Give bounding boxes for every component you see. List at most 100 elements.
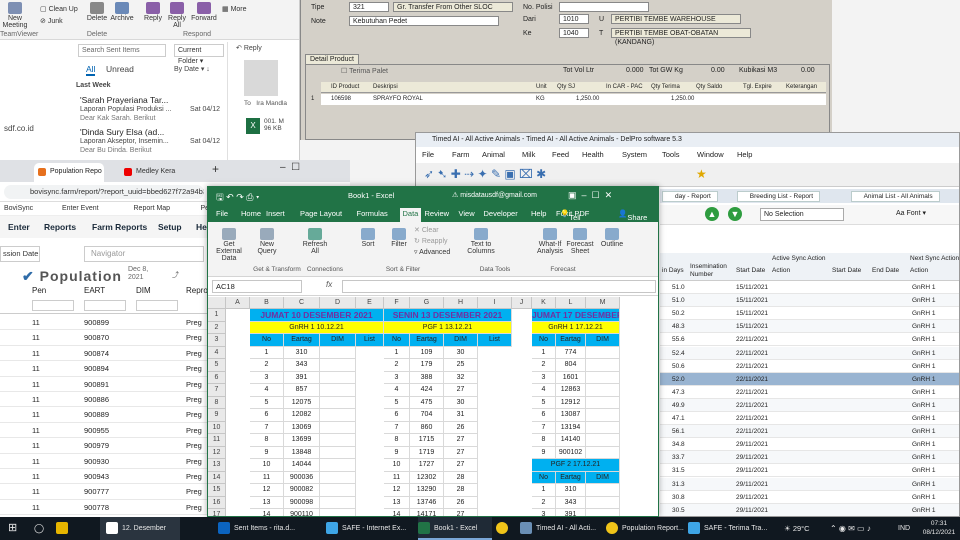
cell[interactable]: 11 [384, 471, 410, 484]
cell[interactable]: 14 [250, 509, 284, 516]
cell[interactable]: DIM [586, 471, 620, 484]
table-row[interactable]: 11 900889 Preg [0, 407, 210, 423]
table-row[interactable]: 52.4 22/11/2021 GnRH 1 [660, 346, 959, 360]
clock[interactable]: 07:31 08/12/2021 [920, 517, 958, 540]
cell[interactable] [586, 396, 620, 409]
cell[interactable]: 310 [284, 346, 320, 359]
row-header[interactable]: 3 [208, 334, 226, 347]
cell[interactable]: 13087 [556, 409, 586, 422]
nav-item[interactable]: Farm Reports [92, 222, 147, 232]
url-input[interactable]: bovisync.farm/report/?report_uuid=bbed62… [4, 185, 204, 199]
share-button[interactable]: 👤 Share [618, 209, 647, 222]
cell[interactable]: 4 [532, 384, 556, 397]
cell[interactable]: 25 [444, 359, 478, 372]
cell[interactable]: 2 [532, 496, 556, 509]
cell[interactable] [320, 421, 356, 434]
cell[interactable]: PGF 2 17.12.21 [532, 459, 620, 472]
cell[interactable]: Eartag [284, 334, 320, 347]
row-header[interactable]: 7 [208, 384, 226, 397]
cell[interactable]: 2 [532, 359, 556, 372]
cell[interactable]: 343 [284, 359, 320, 372]
menu-item[interactable]: Feed [552, 150, 569, 159]
cell[interactable]: 13 [384, 496, 410, 509]
menu-item[interactable]: Window [697, 150, 724, 159]
delete-button[interactable]: Delete [86, 2, 108, 22]
nav-item[interactable]: He [196, 222, 207, 232]
cell[interactable]: GnRH 1 17.12.21 [532, 321, 620, 334]
ribbon-tab[interactable]: Review [425, 209, 450, 218]
tab-population-report[interactable]: Population Repo [34, 163, 104, 182]
cell[interactable]: 14140 [556, 434, 586, 447]
weather[interactable]: ☀ 29°C [784, 517, 824, 540]
cell[interactable]: 424 [410, 384, 444, 397]
cell[interactable]: 388 [410, 371, 444, 384]
quick-access-icons[interactable]: 🖫 ↶ ↷ ⎙ ▾ [216, 190, 259, 206]
table-row[interactable]: 49.9 22/11/2021 GnRH 1 [660, 398, 959, 412]
cell[interactable] [320, 359, 356, 372]
table-row[interactable]: 11 900979 Preg [0, 438, 210, 454]
nav-item[interactable]: Reports [44, 222, 76, 232]
tab-medley[interactable]: Medley Kera [120, 163, 190, 182]
folder-scope-select[interactable]: Current Folder ▾ [174, 44, 224, 65]
mail-item[interactable]: 'Sarah Prayeriana Tar... Laporan Populas… [80, 96, 220, 123]
taskbar-delpro[interactable]: Timed AI - All Acti... [520, 517, 604, 540]
new-tab-button[interactable]: + [212, 162, 219, 176]
cell[interactable]: 14044 [284, 459, 320, 472]
cell[interactable] [320, 396, 356, 409]
share-icon[interactable]: ⤴ [172, 270, 179, 280]
reply-button[interactable]: Reply [142, 2, 164, 22]
table-row[interactable]: 11 900899 Preg [0, 315, 210, 331]
down-arrow-icon[interactable]: ▼ [728, 207, 742, 221]
cell[interactable]: 30 [444, 396, 478, 409]
row-header[interactable]: 14 [208, 471, 226, 484]
column-header[interactable]: G [410, 297, 444, 309]
cell[interactable]: 10 [250, 459, 284, 472]
cell[interactable]: 1715 [410, 434, 444, 447]
menu-item[interactable]: Health [582, 150, 604, 159]
table-row[interactable]: 51.0 15/11/2021 GnRH 1 [660, 281, 959, 295]
cell[interactable]: 12912 [556, 396, 586, 409]
table-row[interactable]: 11 900955 Preg [0, 423, 210, 439]
cell[interactable]: No [532, 471, 556, 484]
ribbon-tab[interactable]: Page Layout [300, 209, 342, 218]
cell[interactable]: 27 [444, 509, 478, 516]
table-row[interactable]: 56.1 22/11/2021 GnRH 1 [660, 425, 959, 439]
cell[interactable]: 5 [384, 396, 410, 409]
cell[interactable]: 12 [250, 484, 284, 497]
table-row[interactable]: 11 900777 Preg [0, 484, 210, 500]
cell[interactable] [320, 446, 356, 459]
cell[interactable]: 343 [556, 496, 586, 509]
reply-all-button[interactable]: Reply All [166, 2, 188, 29]
cell[interactable]: 8 [384, 434, 410, 447]
cell[interactable]: 13 [250, 496, 284, 509]
cell[interactable]: 1719 [410, 446, 444, 459]
navigator-input[interactable]: Navigator [84, 246, 204, 262]
tray-icons[interactable]: ⌃ ◉ ✉ ▭ ♪ [830, 517, 890, 540]
table-row[interactable]: 11 900930 Preg [0, 454, 210, 469]
cell[interactable]: 900082 [284, 484, 320, 497]
cell[interactable]: 28 [444, 484, 478, 497]
row-header[interactable]: 6 [208, 371, 226, 384]
cell[interactable]: DIM [320, 334, 356, 347]
font-button[interactable]: Aa Font ▾ [896, 209, 926, 217]
cell[interactable]: 8 [250, 434, 284, 447]
clean-up-button[interactable]: ▢ Clean Up [40, 5, 80, 13]
cell[interactable]: PGF 1 13.12.21 [384, 321, 512, 334]
cell[interactable]: 26 [444, 496, 478, 509]
cell[interactable] [320, 434, 356, 447]
cell[interactable] [586, 346, 620, 359]
menu-item[interactable]: File [422, 150, 434, 159]
column-header[interactable]: D [320, 297, 356, 309]
cell[interactable]: 27 [444, 434, 478, 447]
cell[interactable]: 310 [556, 484, 586, 497]
advanced-button[interactable]: ▿ Advanced [414, 248, 454, 256]
cell[interactable]: List [478, 334, 512, 347]
bookmark-item[interactable]: BoviSync [4, 205, 33, 212]
cell[interactable]: 28 [444, 471, 478, 484]
junk-button[interactable]: ⊘ Junk [40, 17, 80, 25]
cell[interactable]: 475 [410, 396, 444, 409]
cell[interactable]: 12302 [410, 471, 444, 484]
column-header[interactable]: M [586, 297, 620, 309]
cell[interactable]: 704 [410, 409, 444, 422]
cell[interactable]: 1 [250, 346, 284, 359]
